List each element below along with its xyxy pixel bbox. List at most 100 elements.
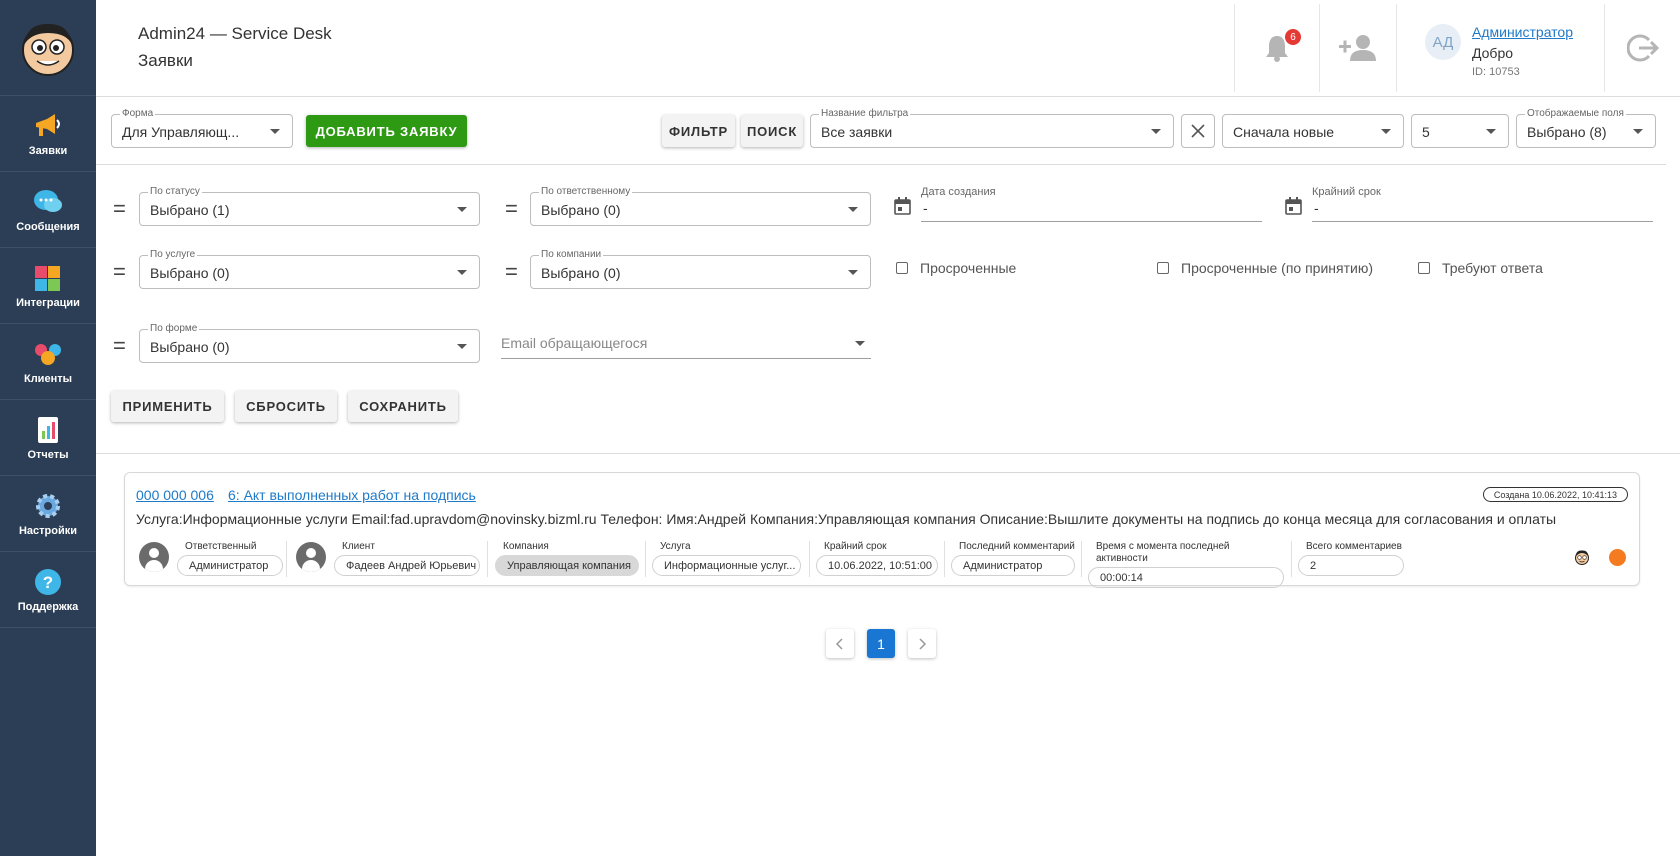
status-filter[interactable]: По статусу Выбрано (1) (139, 186, 480, 226)
megaphone-icon (33, 111, 63, 141)
equals-operator[interactable]: = (113, 261, 126, 283)
meta-value[interactable]: Фадеев Андрей Юрьевич (334, 555, 480, 576)
meta-value[interactable]: Управляющая компания (495, 555, 639, 576)
checkbox-box[interactable] (896, 262, 908, 274)
add-ticket-button[interactable]: ДОБАВИТЬ ЗАЯВКУ (306, 115, 467, 147)
caret-down-icon (1633, 129, 1643, 134)
meta-total-comments: Всего комментариев 2 (1298, 541, 1404, 576)
service-filter-value: Выбрано (0) (150, 265, 230, 281)
previous-page-button[interactable] (826, 629, 854, 658)
users-icon (33, 339, 63, 369)
caret-down-icon (1486, 129, 1496, 134)
need-answer-checkbox[interactable]: Требуют ответа (1418, 260, 1543, 276)
meta-value[interactable]: Администратор (951, 555, 1075, 576)
clear-filter-button[interactable] (1181, 114, 1215, 148)
overdue-label: Просроченные (920, 260, 1017, 276)
overdue-accept-checkbox[interactable]: Просроченные (по принятию) (1157, 260, 1373, 276)
filter-name-value: Все заявки (821, 124, 893, 140)
meta-value[interactable]: Информационные услуг... (652, 555, 801, 576)
add-user-button[interactable] (1319, 4, 1396, 92)
per-page-value: 5 (1422, 124, 1430, 140)
overdue-checkbox[interactable]: Просроченные (896, 260, 1016, 276)
notifications-button[interactable]: 6 (1234, 4, 1319, 92)
search-button[interactable]: ПОИСК (741, 115, 803, 147)
sidebar-item-label: Сообщения (16, 221, 80, 233)
service-filter-label: По услуге (148, 249, 198, 261)
service-filter[interactable]: По услуге Выбрано (0) (139, 249, 480, 289)
meta-value[interactable]: 00:00:14 (1088, 567, 1284, 588)
created-date-label: Дата создания (921, 186, 996, 198)
app-title: Admin24 — Service Desk (138, 24, 332, 43)
sidebar-item-messages[interactable]: Сообщения (0, 173, 96, 248)
meta-label: Время с момента последней активности (1096, 541, 1230, 564)
sidebar-item-tickets[interactable]: Заявки (0, 97, 96, 172)
caret-down-icon (855, 341, 865, 346)
deadline-label: Крайний срок (1312, 186, 1381, 198)
form-filter[interactable]: По форме Выбрано (0) (139, 323, 480, 363)
calendar-icon[interactable] (1285, 197, 1302, 218)
sidebar-item-label: Интеграции (16, 297, 80, 309)
sidebar-item-reports[interactable]: Отчеты (0, 401, 96, 476)
filter-button[interactable]: ФИЛЬТР (662, 115, 735, 147)
equals-operator[interactable]: = (505, 198, 518, 220)
overdue-accept-label: Просроченные (по принятию) (1181, 260, 1373, 276)
sidebar-item-integrations[interactable]: Интеграции (0, 249, 96, 324)
company-filter-label: По компании (539, 249, 604, 261)
filter-name-select[interactable]: Название фильтра Все заявки (810, 108, 1174, 148)
responsible-filter-value: Выбрано (0) (541, 202, 621, 218)
per-page-select[interactable]: 5 (1411, 114, 1509, 148)
next-page-button[interactable] (908, 629, 936, 658)
reset-button[interactable]: СБРОСИТЬ (235, 391, 337, 422)
meta-client: Клиент Фадеев Андрей Юрьевич (334, 541, 480, 576)
page-1-button[interactable]: 1 (867, 629, 895, 658)
display-fields-select[interactable]: Отображаемые поля Выбрано (8) (1516, 108, 1656, 148)
deadline-field[interactable]: Крайний срок - (1312, 186, 1653, 222)
logout-button[interactable] (1604, 4, 1680, 92)
meta-value[interactable]: Администратор (177, 555, 283, 576)
cartoon-face-logo-icon (22, 23, 74, 76)
meta-label: Ответственный (185, 541, 257, 552)
email-filter-input[interactable]: Email обращающегося (501, 329, 871, 359)
user-profile: АД Администратор Добро ID: 10753 (1396, 4, 1604, 92)
avatar[interactable]: АД (1425, 24, 1461, 60)
checkbox-box[interactable] (1418, 262, 1430, 274)
divider (944, 541, 945, 577)
caret-down-icon (270, 129, 280, 134)
responsible-filter-label: По ответственному (539, 186, 633, 198)
filter-name-label: Название фильтра (819, 108, 911, 120)
responsible-filter[interactable]: По ответственному Выбрано (0) (530, 186, 871, 226)
sidebar-item-settings[interactable]: Настройки (0, 477, 96, 552)
caret-down-icon (1151, 129, 1161, 134)
sidebar-item-label: Отчеты (27, 449, 69, 461)
equals-operator[interactable]: = (505, 261, 518, 283)
calendar-icon[interactable] (894, 197, 911, 218)
meta-label: Компания (503, 541, 549, 552)
created-date-field[interactable]: Дата создания - (921, 186, 1262, 222)
meta-label: Услуга (660, 541, 691, 552)
sidebar-item-clients[interactable]: Клиенты (0, 325, 96, 400)
responsible-avatar-icon (139, 542, 169, 572)
equals-operator[interactable]: = (113, 198, 126, 220)
need-answer-label: Требуют ответа (1442, 260, 1543, 276)
equals-operator[interactable]: = (113, 335, 126, 357)
display-fields-label: Отображаемые поля (1525, 108, 1626, 120)
email-filter-placeholder: Email обращающегося (501, 335, 648, 351)
ticket-created-badge: Создана 10.06.2022, 10:41:13 (1482, 487, 1628, 502)
sort-select[interactable]: Сначала новые (1222, 114, 1404, 148)
meta-label: Крайний срок (824, 541, 887, 552)
checkbox-box[interactable] (1157, 262, 1169, 274)
user-name-link[interactable]: Администратор (1472, 24, 1573, 40)
meta-value[interactable]: 10.06.2022, 10:51:00 (816, 555, 938, 576)
apply-button[interactable]: ПРИМЕНИТЬ (111, 391, 224, 422)
meta-value[interactable]: 2 (1298, 555, 1404, 576)
form-select[interactable]: Форма Для Управляющ... (111, 108, 293, 148)
save-button[interactable]: СОХРАНИТЬ (348, 391, 458, 422)
ticket-number-link[interactable]: 000 000 006 (136, 487, 214, 503)
ticket-title-link[interactable]: 6: Акт выполненных работ на подпись (228, 487, 476, 503)
company-filter[interactable]: По компании Выбрано (0) (530, 249, 871, 289)
divider (1081, 541, 1082, 577)
sidebar-item-support[interactable]: ? Поддержка (0, 553, 96, 628)
logo[interactable] (0, 0, 96, 96)
ticket-card[interactable]: 000 000 006 6: Акт выполненных работ на … (124, 472, 1640, 588)
meta-label: Клиент (342, 541, 375, 552)
